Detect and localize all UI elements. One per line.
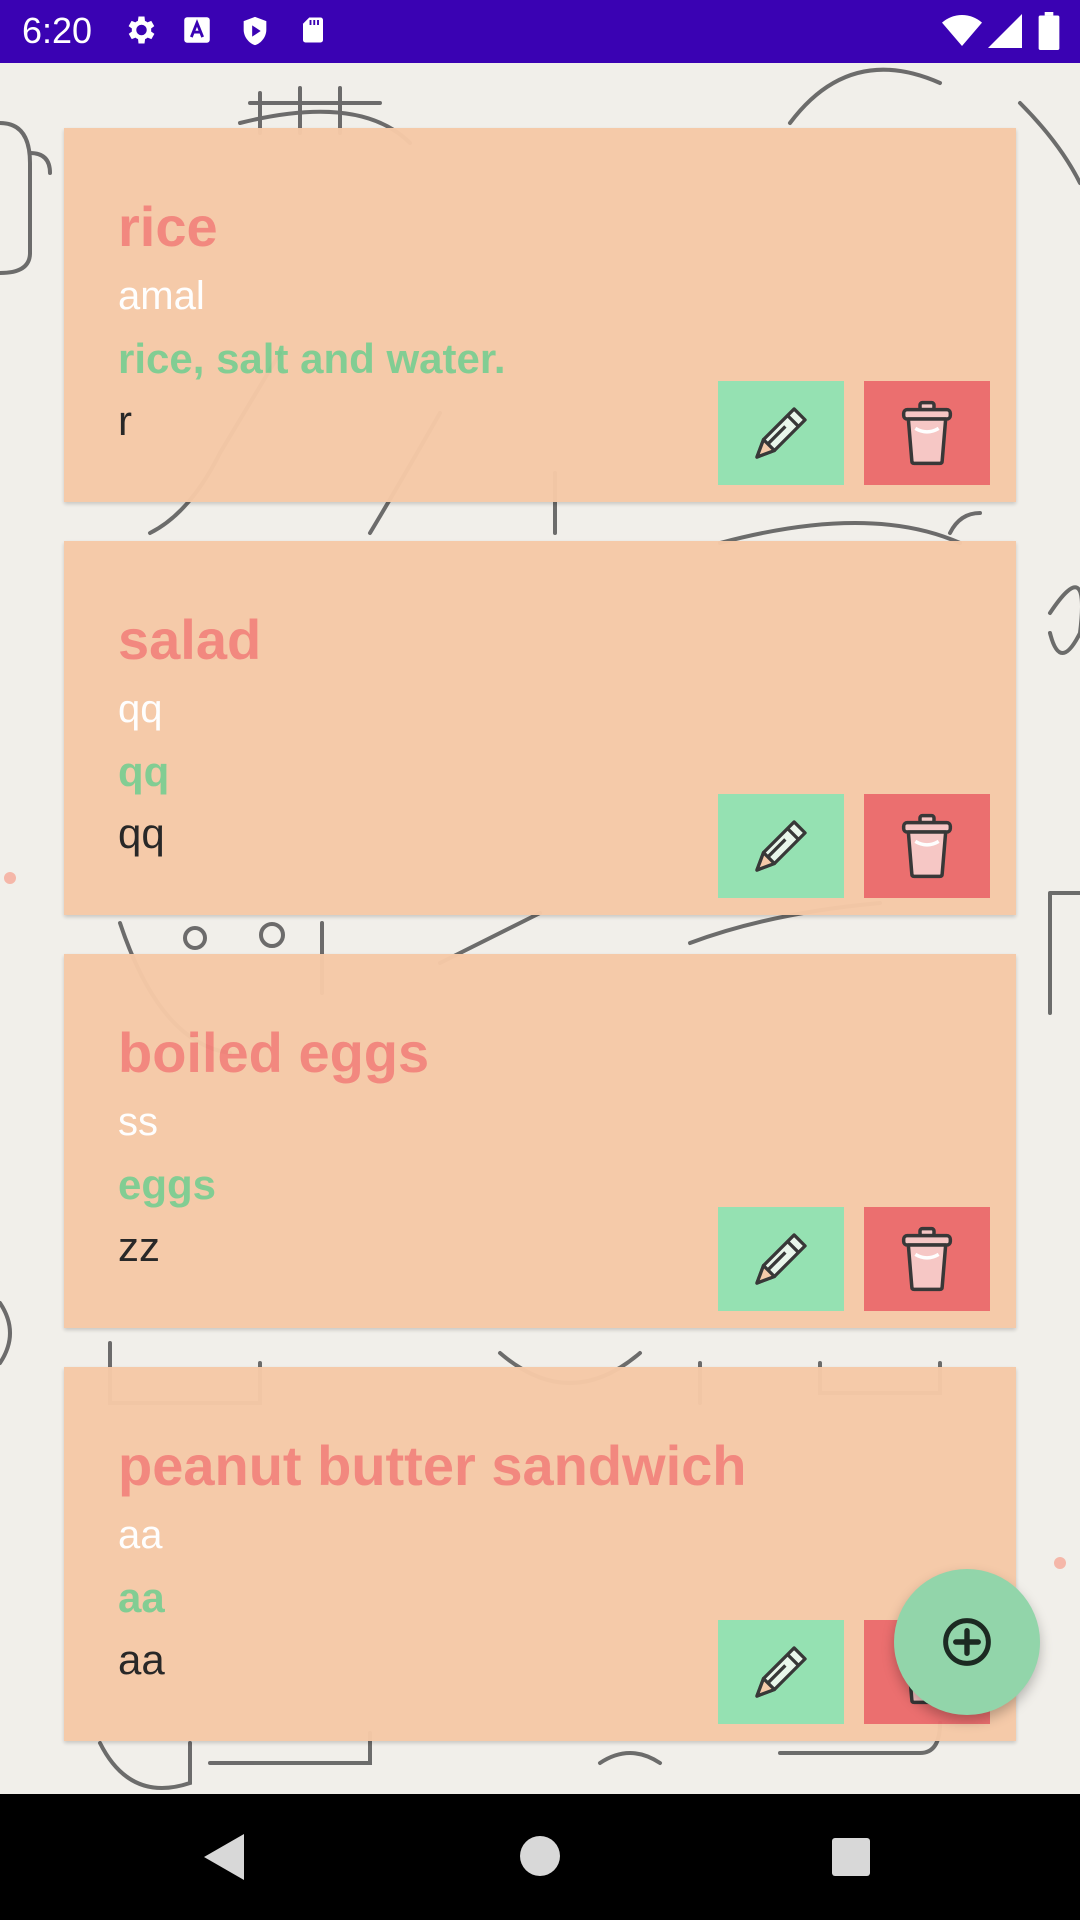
recipe-card[interactable]: peanut butter sandwich aa aa aa xyxy=(64,1367,1016,1741)
recipe-author: aa xyxy=(118,1513,163,1557)
back-icon[interactable] xyxy=(204,1834,246,1880)
recipe-author: amal xyxy=(118,274,205,318)
recipe-ingredients: eggs xyxy=(118,1161,217,1208)
recipe-title: boiled eggs xyxy=(118,1021,430,1084)
home-icon[interactable] xyxy=(520,1836,560,1876)
recipe-ingredients: aa xyxy=(118,1574,165,1621)
wifi-icon xyxy=(942,15,982,46)
sd-card-icon xyxy=(303,17,323,43)
signal-icon xyxy=(988,14,1022,48)
settings-icon xyxy=(128,16,155,44)
edit-button[interactable] xyxy=(718,1207,844,1311)
recipe-notes: aa xyxy=(118,1636,165,1683)
delete-button[interactable] xyxy=(864,794,990,898)
recipe-notes: qq xyxy=(118,810,165,857)
recipe-author: ss xyxy=(118,1100,158,1144)
pencil-icon xyxy=(755,1233,807,1285)
recipe-card[interactable]: salad qq qq qq xyxy=(64,541,1016,915)
recipe-author: qq xyxy=(118,687,163,731)
pencil-icon xyxy=(755,820,807,872)
edit-button[interactable] xyxy=(718,794,844,898)
add-circle-icon xyxy=(943,1618,991,1666)
recipe-title: salad xyxy=(118,608,262,671)
delete-button[interactable] xyxy=(864,1207,990,1311)
recipe-ingredients: qq xyxy=(118,748,170,795)
battery-icon xyxy=(1038,12,1060,50)
delete-button[interactable] xyxy=(864,381,990,485)
recipe-title: peanut butter sandwich xyxy=(118,1434,747,1497)
recents-icon[interactable] xyxy=(832,1838,870,1876)
recipe-card[interactable]: boiled eggs ss eggs zz xyxy=(64,954,1016,1328)
recipe-title: rice xyxy=(118,195,218,258)
pencil-icon xyxy=(755,407,807,459)
text-a-icon xyxy=(184,17,210,43)
pencil-icon xyxy=(755,1646,807,1698)
trash-icon xyxy=(901,813,953,879)
trash-icon xyxy=(901,400,953,466)
shield-play-icon xyxy=(243,16,267,46)
navigation-bar xyxy=(0,1794,1080,1920)
recipe-notes: r xyxy=(118,397,132,444)
recipe-notes: zz xyxy=(118,1223,160,1270)
recipe-card[interactable]: rice amal rice, salt and water. r xyxy=(64,128,1016,502)
add-recipe-button[interactable] xyxy=(894,1569,1040,1715)
status-time: 6:20 xyxy=(22,10,93,51)
edit-button[interactable] xyxy=(718,1620,844,1724)
recipe-ingredients: rice, salt and water. xyxy=(118,335,506,382)
trash-icon xyxy=(901,1226,953,1292)
status-bar: 6:20 xyxy=(0,0,1080,63)
edit-button[interactable] xyxy=(718,381,844,485)
